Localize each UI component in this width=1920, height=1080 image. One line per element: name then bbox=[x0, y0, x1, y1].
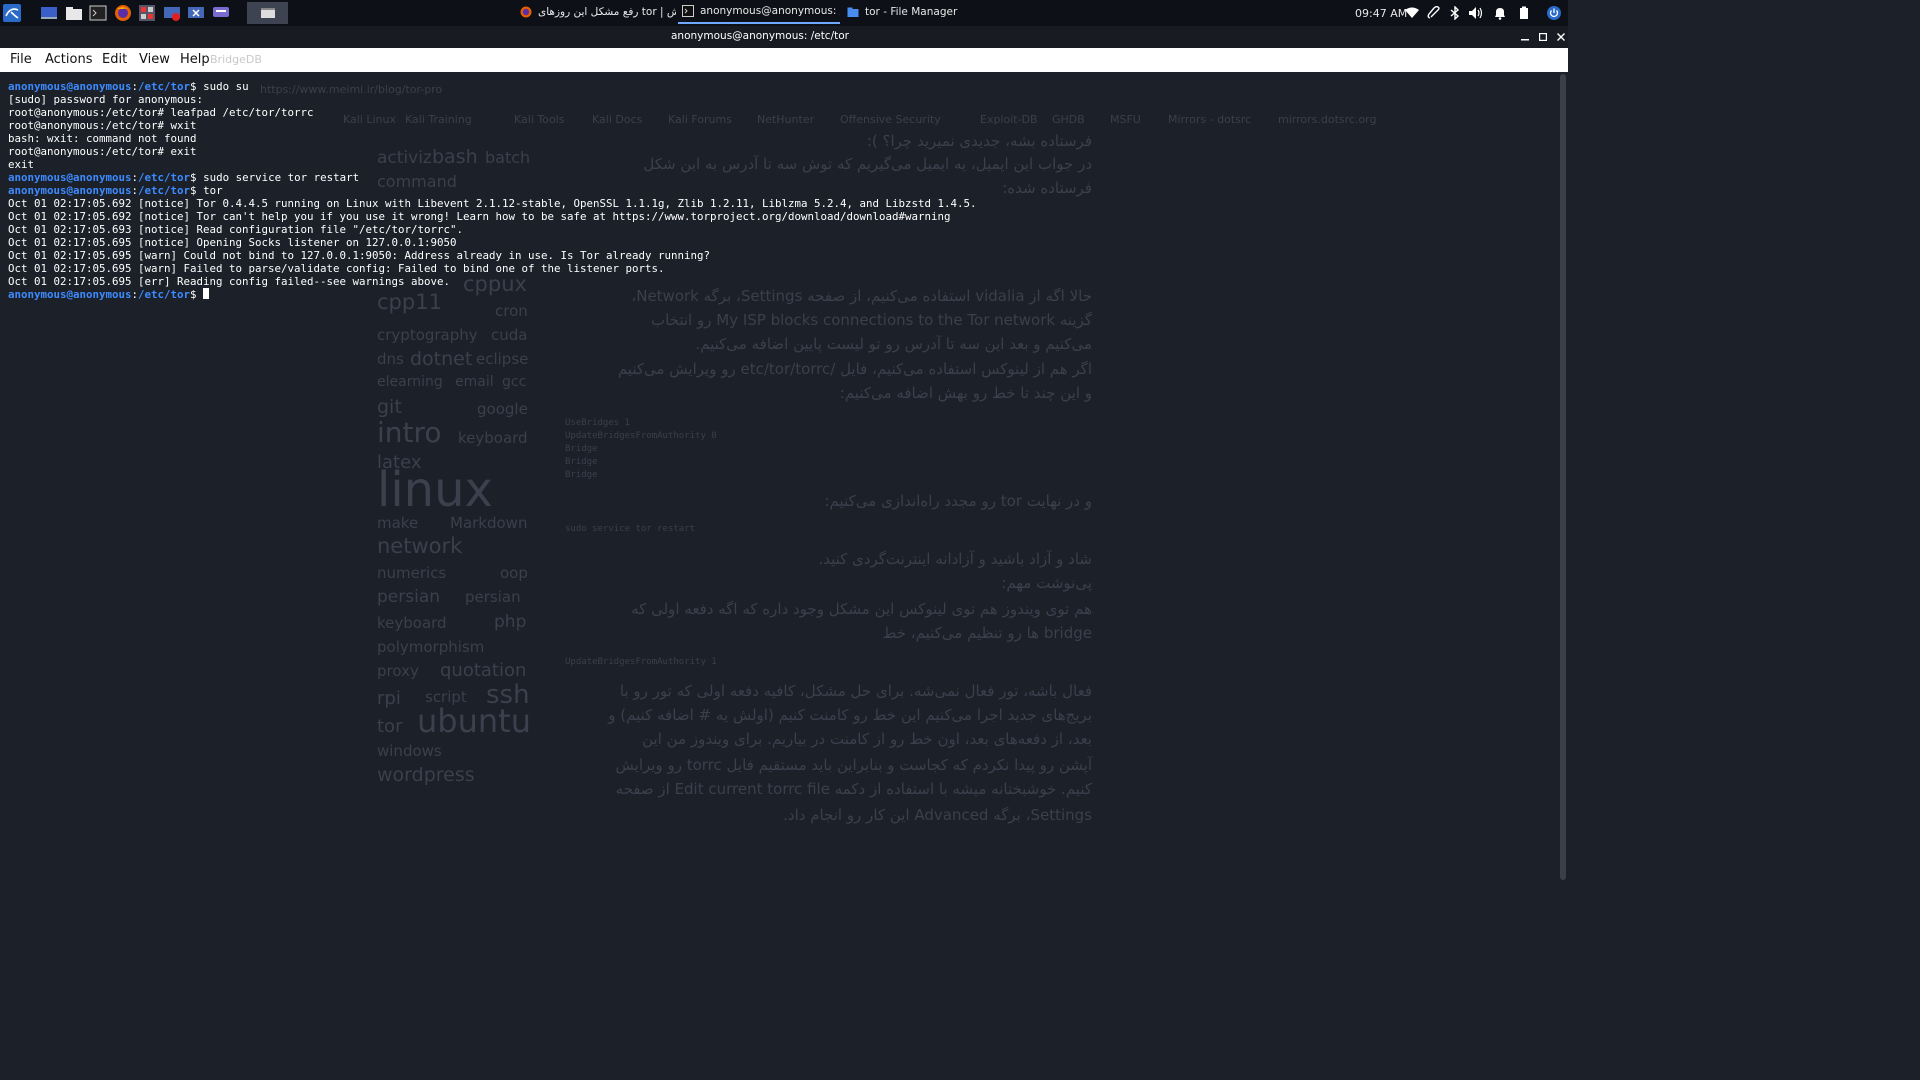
minimize-icon[interactable] bbox=[1518, 30, 1532, 44]
taskbar: رفع مشکل این روزهای tor | اش... anonymou… bbox=[0, 0, 1568, 26]
prompt-user: anonymous@anonymous bbox=[8, 80, 132, 93]
menubar: File Actions Edit View Help BridgeDB bbox=[0, 48, 1568, 72]
command-text: sudo service tor restart bbox=[203, 171, 360, 184]
task-label: anonymous@anonymous: /et... bbox=[700, 5, 840, 17]
terminal-launcher-icon[interactable] bbox=[88, 3, 108, 23]
firefox-launcher-icon[interactable] bbox=[113, 3, 133, 23]
terminal-output[interactable]: anonymous@anonymous:/etc/tor$ sudo su [su… bbox=[8, 80, 1548, 870]
command-text: tor bbox=[203, 184, 223, 197]
task-firefox[interactable]: رفع مشکل این روزهای tor | اش... bbox=[516, 0, 676, 24]
output-text: [sudo] password for anonymous: bbox=[8, 93, 204, 106]
prompt-sign: $ bbox=[190, 288, 204, 301]
output-text: Oct 01 02:17:05.693 [notice] Read config… bbox=[8, 223, 464, 236]
terminal-line: root@anonymous:/etc/tor# exit bbox=[8, 145, 1548, 158]
vpn-paperclip-icon[interactable] bbox=[1426, 5, 1442, 21]
prompt-user: anonymous@anonymous bbox=[8, 171, 132, 184]
task-label: tor - File Manager bbox=[865, 6, 958, 18]
output-text: exit bbox=[8, 158, 35, 171]
bg-tab-title: BridgeDB bbox=[210, 53, 262, 66]
menu-view[interactable]: View bbox=[139, 52, 170, 67]
bluetooth-icon[interactable] bbox=[1447, 5, 1463, 21]
menu-help[interactable]: Help bbox=[180, 52, 210, 67]
prompt-sign: $ bbox=[190, 184, 204, 197]
prompt-sign: $ bbox=[190, 80, 204, 93]
firefox-icon bbox=[520, 6, 532, 18]
output-text: Oct 01 02:17:05.695 [warn] Could not bin… bbox=[8, 249, 711, 262]
power-icon[interactable] bbox=[1546, 5, 1562, 21]
chat-launcher-icon[interactable] bbox=[211, 3, 231, 23]
prompt-path: /etc/tor bbox=[138, 171, 191, 184]
settings-launcher-icon[interactable] bbox=[137, 3, 157, 23]
output-text: root@anonymous:/etc/tor# wxit bbox=[8, 119, 197, 132]
output-text: root@anonymous:/etc/tor# leafpad /etc/to… bbox=[8, 106, 314, 119]
command-text: sudo su bbox=[203, 80, 249, 93]
notification-bell-icon[interactable] bbox=[1492, 5, 1508, 21]
terminal-icon bbox=[682, 5, 694, 17]
close-icon[interactable] bbox=[1554, 30, 1568, 44]
terminal-line: anonymous@anonymous:/etc/tor$ bbox=[8, 288, 1548, 301]
terminal-line: Oct 01 02:17:05.695 [warn] Failed to par… bbox=[8, 262, 1548, 275]
prompt-path: /etc/tor bbox=[138, 288, 191, 301]
terminal-line: Oct 01 02:17:05.692 [notice] Tor can't h… bbox=[8, 210, 1548, 223]
app-launcher-red-icon[interactable] bbox=[162, 3, 182, 23]
maximize-icon[interactable] bbox=[1536, 30, 1550, 44]
prompt-sign: $ bbox=[190, 171, 204, 184]
app-launcher-x-icon[interactable] bbox=[186, 3, 206, 23]
folder-icon bbox=[847, 7, 859, 17]
terminal-line: Oct 01 02:17:05.695 [notice] Opening Soc… bbox=[8, 236, 1548, 249]
terminal-line: bash: wxit: command not found bbox=[8, 132, 1548, 145]
terminal-scrollbar[interactable] bbox=[1558, 72, 1568, 882]
task-label: رفع مشکل این روزهای tor | اش... bbox=[538, 6, 676, 18]
task-terminal[interactable]: anonymous@anonymous: /et... bbox=[678, 0, 840, 24]
volume-icon[interactable] bbox=[1468, 5, 1484, 21]
prompt-path: /etc/tor bbox=[138, 80, 191, 93]
terminal-line: Oct 01 02:17:05.695 [warn] Could not bin… bbox=[8, 249, 1548, 262]
text-cursor bbox=[203, 288, 210, 299]
scrollbar-thumb[interactable] bbox=[1560, 74, 1566, 880]
task-file-manager[interactable]: tor - File Manager bbox=[843, 0, 1003, 24]
clock[interactable]: 09:47 AM bbox=[1355, 7, 1407, 20]
menu-edit[interactable]: Edit bbox=[102, 52, 127, 67]
menu-actions[interactable]: Actions bbox=[45, 52, 93, 67]
battery-icon[interactable] bbox=[1516, 5, 1532, 21]
output-text: Oct 01 02:17:05.692 [notice] Tor 0.4.4.5… bbox=[8, 197, 977, 210]
prompt-path: /etc/tor bbox=[138, 184, 191, 197]
terminal-line: exit bbox=[8, 158, 1548, 171]
output-text: Oct 01 02:17:05.695 [notice] Opening Soc… bbox=[8, 236, 457, 249]
show-desktop-icon[interactable] bbox=[39, 3, 59, 23]
menu-file[interactable]: File bbox=[10, 52, 32, 67]
file-manager-launcher-icon[interactable] bbox=[64, 3, 84, 23]
wifi-icon[interactable] bbox=[1404, 5, 1420, 21]
terminal-line: anonymous@anonymous:/etc/tor$ sudo su bbox=[8, 80, 1548, 93]
prompt-user: anonymous@anonymous bbox=[8, 288, 132, 301]
workspace-switcher[interactable] bbox=[247, 2, 288, 24]
kali-menu-icon[interactable] bbox=[2, 3, 22, 23]
window-title: anonymous@anonymous: /etc/tor bbox=[671, 30, 849, 42]
terminal-line: root@anonymous:/etc/tor# leafpad /etc/to… bbox=[8, 106, 1548, 119]
terminal-line: [sudo] password for anonymous: bbox=[8, 93, 1548, 106]
prompt-user: anonymous@anonymous bbox=[8, 184, 132, 197]
terminal-line: Oct 01 02:17:05.695 [err] Reading config… bbox=[8, 275, 1548, 288]
output-text: Oct 01 02:17:05.692 [notice] Tor can't h… bbox=[8, 210, 951, 223]
window-titlebar[interactable]: anonymous@anonymous: /etc/tor bbox=[0, 26, 1568, 48]
terminal-line: Oct 01 02:17:05.693 [notice] Read config… bbox=[8, 223, 1548, 236]
output-text: root@anonymous:/etc/tor# exit bbox=[8, 145, 197, 158]
terminal-line: root@anonymous:/etc/tor# wxit bbox=[8, 119, 1548, 132]
terminal-line: Oct 01 02:17:05.692 [notice] Tor 0.4.4.5… bbox=[8, 197, 1548, 210]
terminal-line: anonymous@anonymous:/etc/tor$ tor bbox=[8, 184, 1548, 197]
terminal-line: anonymous@anonymous:/etc/tor$ sudo servi… bbox=[8, 171, 1548, 184]
output-text: Oct 01 02:17:05.695 [err] Reading config… bbox=[8, 275, 451, 288]
output-text: bash: wxit: command not found bbox=[8, 132, 197, 145]
output-text: Oct 01 02:17:05.695 [warn] Failed to par… bbox=[8, 262, 665, 275]
